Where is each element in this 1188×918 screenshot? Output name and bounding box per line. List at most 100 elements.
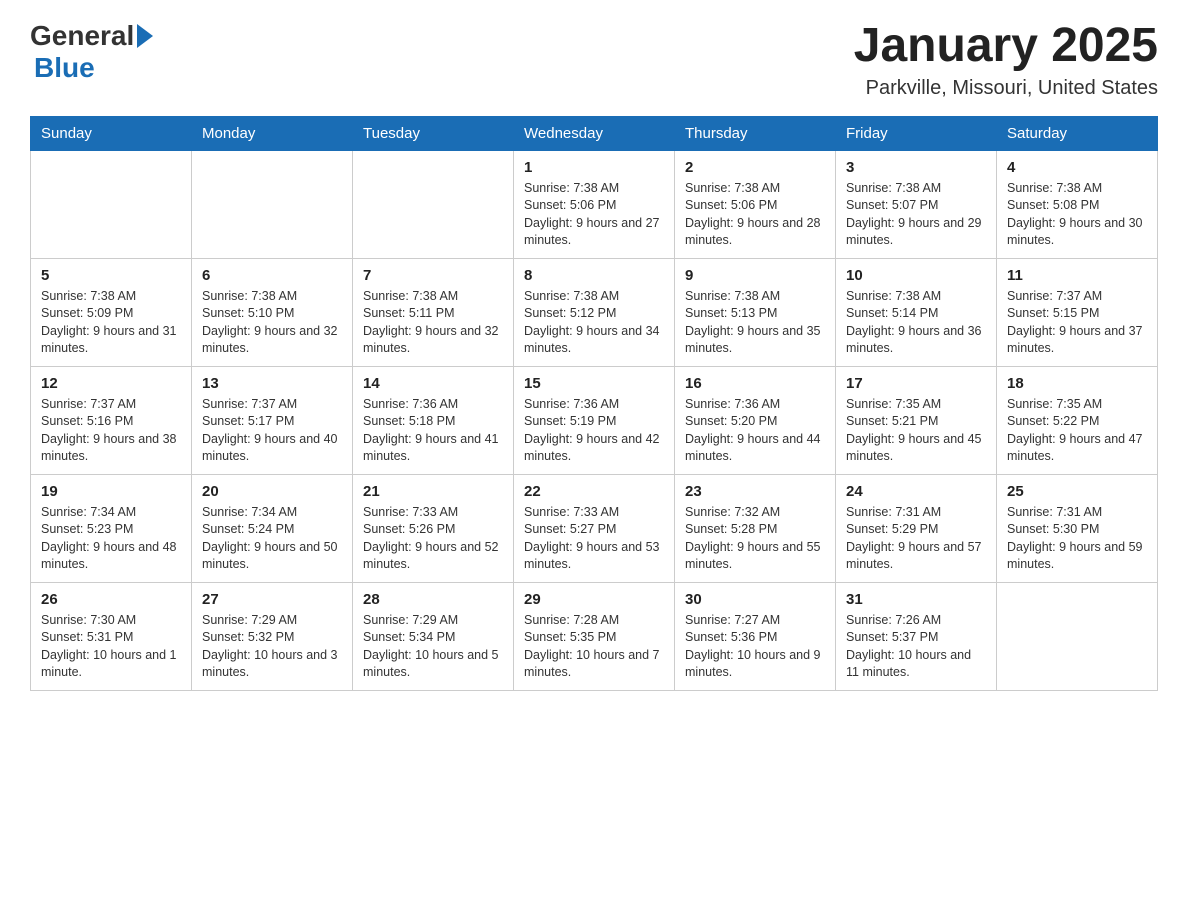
logo-arrow-icon (137, 24, 153, 48)
day-number: 8 (524, 267, 664, 284)
day-info: Sunrise: 7:38 AMSunset: 5:06 PMDaylight:… (685, 180, 825, 250)
calendar-header-row: Sunday Monday Tuesday Wednesday Thursday… (31, 116, 1158, 150)
calendar-week-row: 19 Sunrise: 7:34 AMSunset: 5:23 PMDayligh… (31, 474, 1158, 582)
col-friday: Friday (836, 116, 997, 150)
calendar-cell: 21 Sunrise: 7:33 AMSunset: 5:26 PMDayligh… (353, 474, 514, 582)
day-info: Sunrise: 7:30 AMSunset: 5:31 PMDaylight:… (41, 612, 181, 682)
calendar-cell (997, 582, 1158, 690)
calendar-cell: 11Sunrise: 7:37 AMSunset: 5:15 PMDayligh… (997, 258, 1158, 366)
day-info: Sunrise: 7:37 AMSunset: 5:17 PMDaylight:… (202, 396, 342, 466)
calendar-cell: 2 Sunrise: 7:38 AMSunset: 5:06 PMDaylight… (675, 150, 836, 258)
day-info: Sunrise: 7:28 AMSunset: 5:35 PMDaylight:… (524, 612, 664, 682)
day-number: 18 (1007, 375, 1147, 392)
calendar-cell: 4 Sunrise: 7:38 AMSunset: 5:08 PMDaylight… (997, 150, 1158, 258)
day-info: Sunrise: 7:33 AMSunset: 5:26 PMDaylight:… (363, 504, 503, 574)
calendar-cell: 15 Sunrise: 7:36 AMSunset: 5:19 PMDayligh… (514, 366, 675, 474)
calendar-cell: 3 Sunrise: 7:38 AMSunset: 5:07 PMDaylight… (836, 150, 997, 258)
col-thursday: Thursday (675, 116, 836, 150)
calendar-week-row: 26 Sunrise: 7:30 AMSunset: 5:31 PMDayligh… (31, 582, 1158, 690)
calendar-cell (192, 150, 353, 258)
day-info: Sunrise: 7:29 AMSunset: 5:34 PMDaylight:… (363, 612, 503, 682)
day-number: 31 (846, 591, 986, 608)
day-info: Sunrise: 7:38 AMSunset: 5:10 PMDaylight:… (202, 288, 342, 358)
day-number: 27 (202, 591, 342, 608)
day-info: Sunrise: 7:38 AMSunset: 5:12 PMDaylight:… (524, 288, 664, 358)
calendar-cell: 23 Sunrise: 7:32 AMSunset: 5:28 PMDayligh… (675, 474, 836, 582)
calendar-cell (31, 150, 192, 258)
calendar-cell: 8 Sunrise: 7:38 AMSunset: 5:12 PMDaylight… (514, 258, 675, 366)
calendar-cell: 28Sunrise: 7:29 AMSunset: 5:34 PMDayligh… (353, 582, 514, 690)
day-number: 20 (202, 483, 342, 500)
day-info: Sunrise: 7:27 AMSunset: 5:36 PMDaylight:… (685, 612, 825, 682)
day-info: Sunrise: 7:29 AMSunset: 5:32 PMDaylight:… (202, 612, 342, 682)
day-number: 6 (202, 267, 342, 284)
calendar-cell: 5 Sunrise: 7:38 AMSunset: 5:09 PMDaylight… (31, 258, 192, 366)
calendar-cell: 12Sunrise: 7:37 AMSunset: 5:16 PMDayligh… (31, 366, 192, 474)
calendar-cell: 25Sunrise: 7:31 AMSunset: 5:30 PMDayligh… (997, 474, 1158, 582)
calendar-cell: 10 Sunrise: 7:38 AMSunset: 5:14 PMDayligh… (836, 258, 997, 366)
calendar-table: Sunday Monday Tuesday Wednesday Thursday… (30, 116, 1158, 691)
day-info: Sunrise: 7:37 AMSunset: 5:16 PMDaylight:… (41, 396, 181, 466)
day-number: 1 (524, 159, 664, 176)
day-info: Sunrise: 7:34 AMSunset: 5:23 PMDaylight:… (41, 504, 181, 574)
day-info: Sunrise: 7:34 AMSunset: 5:24 PMDaylight:… (202, 504, 342, 574)
calendar-cell: 14Sunrise: 7:36 AMSunset: 5:18 PMDayligh… (353, 366, 514, 474)
day-number: 4 (1007, 159, 1147, 176)
day-number: 17 (846, 375, 986, 392)
calendar-cell (353, 150, 514, 258)
calendar-week-row: 5 Sunrise: 7:38 AMSunset: 5:09 PMDaylight… (31, 258, 1158, 366)
month-title: January 2025 (854, 20, 1158, 73)
day-info: Sunrise: 7:37 AMSunset: 5:15 PMDaylight:… (1007, 288, 1147, 358)
calendar-cell: 16Sunrise: 7:36 AMSunset: 5:20 PMDayligh… (675, 366, 836, 474)
calendar-cell: 18 Sunrise: 7:35 AMSunset: 5:22 PMDayligh… (997, 366, 1158, 474)
calendar-cell: 20 Sunrise: 7:34 AMSunset: 5:24 PMDayligh… (192, 474, 353, 582)
calendar-cell: 31 Sunrise: 7:26 AMSunset: 5:37 PMDayligh… (836, 582, 997, 690)
day-number: 10 (846, 267, 986, 284)
calendar-week-row: 12Sunrise: 7:37 AMSunset: 5:16 PMDayligh… (31, 366, 1158, 474)
day-number: 22 (524, 483, 664, 500)
day-number: 21 (363, 483, 503, 500)
day-number: 19 (41, 483, 181, 500)
day-number: 13 (202, 375, 342, 392)
title-section: January 2025 Parkville, Missouri, United… (854, 20, 1158, 100)
col-wednesday: Wednesday (514, 116, 675, 150)
day-number: 5 (41, 267, 181, 284)
day-info: Sunrise: 7:35 AMSunset: 5:21 PMDaylight:… (846, 396, 986, 466)
day-info: Sunrise: 7:38 AMSunset: 5:14 PMDaylight:… (846, 288, 986, 358)
day-info: Sunrise: 7:32 AMSunset: 5:28 PMDaylight:… (685, 504, 825, 574)
calendar-cell: 19 Sunrise: 7:34 AMSunset: 5:23 PMDayligh… (31, 474, 192, 582)
calendar-cell: 6 Sunrise: 7:38 AMSunset: 5:10 PMDaylight… (192, 258, 353, 366)
day-info: Sunrise: 7:38 AMSunset: 5:08 PMDaylight:… (1007, 180, 1147, 250)
day-info: Sunrise: 7:36 AMSunset: 5:19 PMDaylight:… (524, 396, 664, 466)
col-sunday: Sunday (31, 116, 192, 150)
day-number: 7 (363, 267, 503, 284)
logo-general-text: General (30, 20, 134, 52)
day-number: 23 (685, 483, 825, 500)
calendar-cell: 30 Sunrise: 7:27 AMSunset: 5:36 PMDayligh… (675, 582, 836, 690)
day-info: Sunrise: 7:38 AMSunset: 5:09 PMDaylight:… (41, 288, 181, 358)
calendar-cell: 7 Sunrise: 7:38 AMSunset: 5:11 PMDaylight… (353, 258, 514, 366)
day-info: Sunrise: 7:31 AMSunset: 5:29 PMDaylight:… (846, 504, 986, 574)
day-number: 29 (524, 591, 664, 608)
day-number: 15 (524, 375, 664, 392)
col-monday: Monday (192, 116, 353, 150)
calendar-cell: 22Sunrise: 7:33 AMSunset: 5:27 PMDayligh… (514, 474, 675, 582)
day-info: Sunrise: 7:26 AMSunset: 5:37 PMDaylight:… (846, 612, 986, 682)
day-number: 25 (1007, 483, 1147, 500)
day-number: 2 (685, 159, 825, 176)
location-subtitle: Parkville, Missouri, United States (854, 77, 1158, 100)
day-number: 9 (685, 267, 825, 284)
calendar-cell: 26 Sunrise: 7:30 AMSunset: 5:31 PMDayligh… (31, 582, 192, 690)
logo: General Blue (30, 20, 153, 84)
day-number: 3 (846, 159, 986, 176)
day-number: 26 (41, 591, 181, 608)
col-saturday: Saturday (997, 116, 1158, 150)
day-info: Sunrise: 7:38 AMSunset: 5:11 PMDaylight:… (363, 288, 503, 358)
calendar-cell: 17 Sunrise: 7:35 AMSunset: 5:21 PMDayligh… (836, 366, 997, 474)
calendar-cell: 29 Sunrise: 7:28 AMSunset: 5:35 PMDayligh… (514, 582, 675, 690)
day-info: Sunrise: 7:38 AMSunset: 5:07 PMDaylight:… (846, 180, 986, 250)
logo-blue-text: Blue (34, 52, 95, 84)
day-number: 30 (685, 591, 825, 608)
day-info: Sunrise: 7:38 AMSunset: 5:06 PMDaylight:… (524, 180, 664, 250)
day-info: Sunrise: 7:35 AMSunset: 5:22 PMDaylight:… (1007, 396, 1147, 466)
